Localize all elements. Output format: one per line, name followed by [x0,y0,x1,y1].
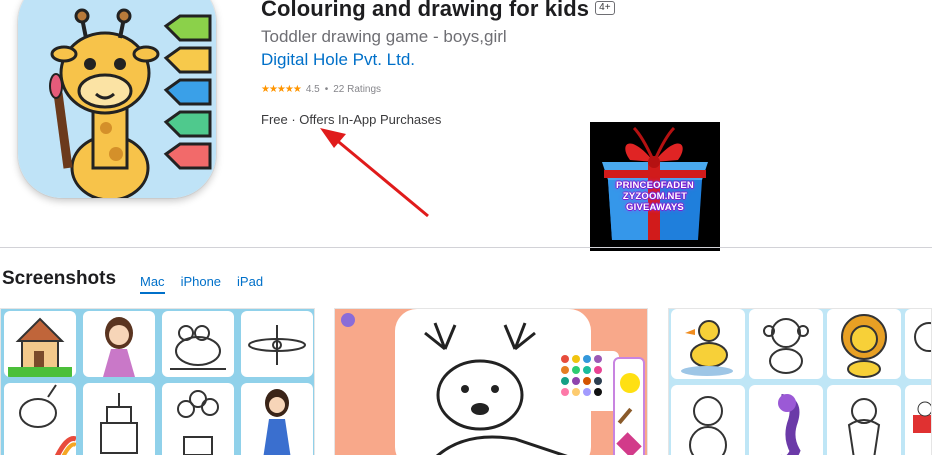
color-palette [557,351,619,411]
monkey-thumbnail-icon [749,309,823,379]
giveaway-line-2: ZYZOOM.NET [622,191,688,202]
fill-tool-icon [616,432,642,455]
airplane-thumbnail-icon [241,311,313,377]
platform-tabs: Mac iPhone iPad [140,274,279,294]
giveaway-line-3: GIVEAWAYS [626,202,684,213]
cake-thumbnail-icon [83,383,155,455]
giveaway-image: PRINCEOFADEN ZYZOOM.NET GIVEAWAYS [590,122,720,251]
back-button-icon [341,313,355,327]
rating-value: 4.5 [305,84,320,95]
giveaway-line-1: PRINCEOFADEN [616,180,694,191]
screenshot-3[interactable] [668,308,932,455]
mermaid-thumbnail-icon [827,385,901,455]
giveaway-text: PRINCEOFADEN ZYZOOM.NET GIVEAWAYS [590,180,720,213]
unicorn-thumbnail-icon [4,383,76,455]
app-icon[interactable] [18,0,216,198]
seahorse-thumbnail-icon [749,385,823,455]
princess-thumbnail-icon [83,311,155,377]
frog-thumbnail-icon [162,311,234,377]
tool-panel [613,357,645,455]
screenshots-heading: Screenshots [2,268,117,289]
palette-swatches-icon [561,355,602,396]
tab-mac[interactable]: Mac [140,274,165,294]
section-divider [0,247,932,248]
screenshot-2[interactable] [334,308,648,455]
duck-thumbnail-icon [671,309,745,379]
app-subtitle: Toddler drawing game - boys,girl [261,27,507,46]
tab-iphone[interactable]: iPhone [181,274,221,294]
rating-count: 22 Ratings [333,84,382,95]
girl-thumbnail-icon [241,383,313,455]
rating-separator: • [324,84,329,95]
giraffe-artwork-icon [18,0,216,198]
santa-thumbnail-icon [905,385,931,455]
age-rating-badge: 4+ [595,1,615,16]
developer-link[interactable]: Digital Hole Pvt. Ltd. [261,50,415,70]
lion-thumbnail-icon [827,309,901,379]
brush-tool-icon [617,407,633,425]
star-rating-icon: ★★★★★ [261,84,302,95]
red-arrow-annotation-icon [320,128,429,218]
app-store-page: Colouring and drawing for kids 4+ Toddler… [0,0,932,455]
app-title: Colouring and drawing for kids 4+ [261,0,615,22]
tab-ipad[interactable]: iPad [237,274,263,294]
rating-row: ★★★★★ 4.5 • 22 Ratings [261,84,381,95]
flowers-thumbnail-icon [162,383,234,455]
otter-thumbnail-icon [671,385,745,455]
screenshot-1[interactable] [0,308,315,455]
partial-thumbnail-icon [905,309,931,379]
house-thumbnail-icon [4,311,76,377]
selected-color-icon [620,373,640,393]
app-title-text: Colouring and drawing for kids [261,0,590,21]
